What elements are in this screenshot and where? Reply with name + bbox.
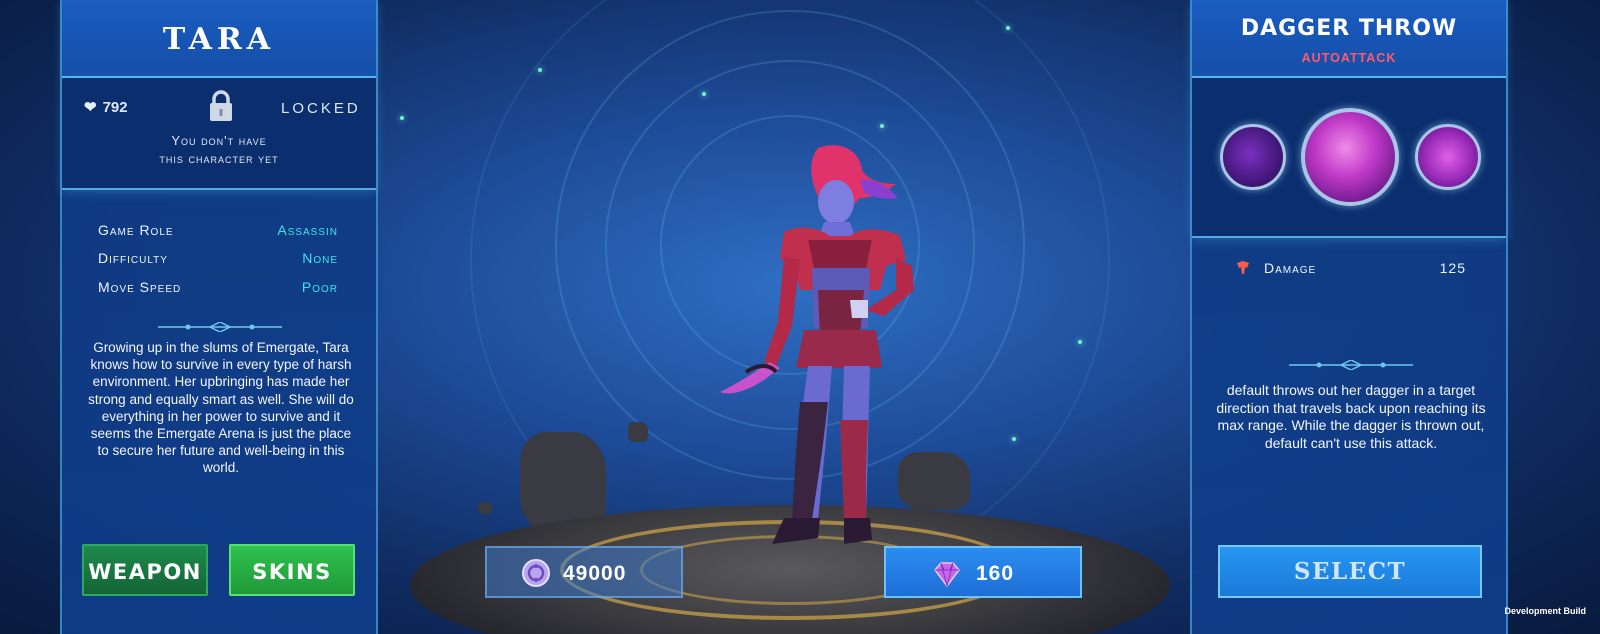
ability-description: default throws out her dagger in a targe… (1216, 382, 1486, 451)
skins-button[interactable]: SKINS (229, 544, 355, 596)
damage-value: 125 (1439, 260, 1466, 276)
stat-label: Game Role (98, 222, 174, 238)
character-biography: Growing up in the slums of Emergate, Tar… (88, 340, 354, 476)
health-value: 792 (102, 99, 128, 116)
stat-row-game-role: Game Role Assassin (98, 222, 338, 242)
ownership-status-band: ❤ 792 LOCKED You don't have this characte… (62, 78, 376, 190)
character-model (720, 145, 914, 544)
locked-message-line: this character yet (159, 151, 279, 166)
select-button[interactable]: SELECT (1218, 545, 1482, 598)
locked-message: You don't have this character yet (62, 132, 376, 168)
lock-icon (210, 90, 232, 121)
damage-icon (1237, 261, 1249, 274)
divider-ornament (158, 322, 282, 332)
ability-type: AUTOATTACK (1301, 51, 1397, 65)
stat-row-move-speed: Move Speed Poor (98, 279, 338, 299)
coin-amount: 49000 (563, 562, 627, 585)
weapon-button[interactable]: WEAPON (82, 544, 208, 596)
stat-label: Difficulty (98, 250, 168, 266)
character-name-header: TARA (62, 0, 376, 78)
floating-rock (478, 502, 492, 514)
gem-amount: 160 (976, 562, 1015, 585)
character-name: TARA (162, 22, 276, 57)
stat-value: None (302, 250, 338, 266)
vortex-icon[interactable] (1415, 124, 1481, 190)
sparkle (1012, 437, 1016, 441)
development-build-label: Development Build (1504, 606, 1586, 616)
ability-damage-stat: Damage 125 (1236, 259, 1466, 279)
ability-icons-band (1192, 78, 1506, 238)
stat-row-difficulty: Difficulty None (98, 250, 338, 270)
stat-label: Move Speed (98, 279, 182, 295)
lock-status-label: LOCKED (281, 100, 361, 117)
stat-value: Poor (301, 279, 338, 295)
ability-header: DAGGER THROW AUTOATTACK (1192, 0, 1506, 78)
gem-balance-button[interactable]: 160 (884, 546, 1082, 598)
coin-icon (522, 559, 550, 587)
dagger-slash-icon[interactable] (1301, 108, 1399, 206)
sparkle (400, 116, 404, 120)
sparkle (702, 92, 706, 96)
coin-balance-button[interactable]: 49000 (485, 546, 683, 598)
sparkle (1006, 26, 1010, 30)
health-stat: ❤ 792 (84, 98, 128, 116)
gem-icon (934, 562, 960, 588)
character-info-panel: TARA ❤ 792 LOCKED You don't have this cha… (60, 0, 378, 634)
sparkle (1078, 340, 1082, 344)
sparkle (538, 68, 542, 72)
shadow-figure-icon[interactable] (1220, 124, 1286, 190)
sparkle (880, 124, 884, 128)
damage-label: Damage (1264, 260, 1317, 276)
locked-message-line: You don't have (171, 133, 267, 148)
stat-value: Assassin (277, 222, 338, 238)
ability-info-panel: DAGGER THROW AUTOATTACK Damage 125 defau… (1190, 0, 1508, 634)
floating-rock (628, 422, 648, 442)
divider-ornament (1289, 360, 1413, 370)
ability-name: DAGGER THROW (1240, 16, 1458, 41)
heart-icon: ❤ (84, 99, 97, 116)
